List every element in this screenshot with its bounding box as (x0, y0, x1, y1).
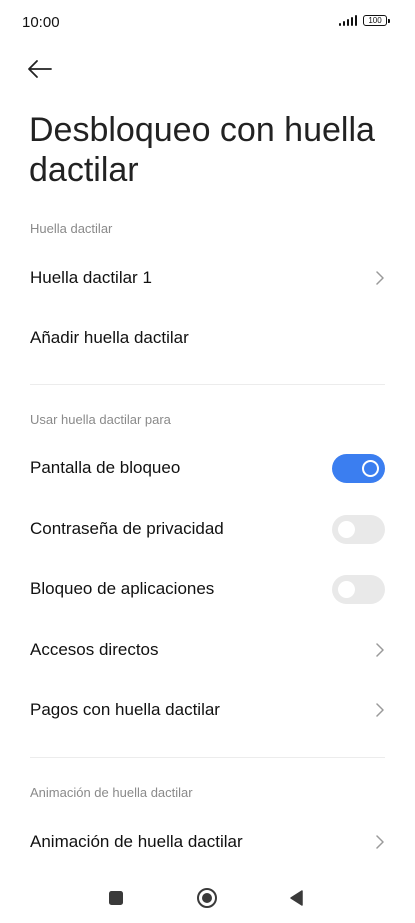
nav-back-button[interactable] (283, 885, 309, 911)
shortcuts-label: Accesos directos (30, 640, 159, 659)
app-lock-label: Bloqueo de aplicaciones (30, 579, 215, 598)
add-fingerprint-item[interactable]: Añadir huella dactilar (0, 308, 415, 368)
shortcuts-item[interactable]: Accesos directos (0, 620, 415, 680)
lock-screen-label: Pantalla de bloqueo (30, 458, 181, 477)
back-arrow-icon (28, 60, 52, 78)
chevron-right-icon (376, 643, 384, 657)
section-header-animation: Animación de huella dactilar (30, 785, 193, 800)
navigation-bar (0, 873, 415, 923)
toggle-knob (362, 459, 379, 477)
chevron-right-icon (376, 271, 384, 285)
status-bar: 10:00 100 (0, 0, 415, 44)
section-header-fingerprint: Huella dactilar (30, 221, 113, 236)
app-lock-toggle[interactable] (332, 574, 385, 604)
page-title: Desbloqueo con huella dactilar (29, 111, 375, 189)
home-button[interactable] (194, 885, 220, 911)
signal-icon (338, 15, 357, 26)
recents-button[interactable] (103, 885, 129, 911)
toggle-knob (338, 580, 355, 598)
lock-screen-item[interactable]: Pantalla de bloqueo (0, 438, 415, 498)
privacy-password-item[interactable]: Contraseña de privacidad (0, 499, 415, 559)
divider (30, 757, 385, 758)
toggle-knob (338, 520, 355, 538)
privacy-password-toggle[interactable] (332, 514, 385, 544)
chevron-right-icon (376, 703, 384, 717)
square-icon (109, 891, 123, 905)
lock-screen-toggle[interactable] (332, 453, 385, 483)
battery-icon: 100 (363, 15, 390, 26)
fingerprint-1-label: Huella dactilar 1 (30, 268, 152, 287)
fingerprint-animation-item[interactable]: Animación de huella dactilar (0, 812, 415, 872)
fingerprint-payments-item[interactable]: Pagos con huella dactilar (0, 680, 415, 740)
section-header-usage: Usar huella dactilar para (30, 412, 171, 427)
back-button[interactable] (24, 54, 60, 86)
app-lock-item[interactable]: Bloqueo de aplicaciones (0, 559, 415, 619)
circle-icon (197, 888, 217, 908)
divider (30, 384, 385, 385)
fingerprint-1-item[interactable]: Huella dactilar 1 (0, 248, 415, 308)
fingerprint-payments-label: Pagos con huella dactilar (30, 700, 220, 719)
status-icons: 100 (338, 15, 390, 26)
add-fingerprint-label: Añadir huella dactilar (30, 328, 189, 347)
status-time: 10:00 (22, 14, 60, 31)
fingerprint-animation-label: Animación de huella dactilar (30, 832, 243, 851)
privacy-password-label: Contraseña de privacidad (30, 519, 224, 538)
battery-level: 100 (368, 16, 382, 25)
triangle-back-icon (290, 890, 303, 906)
chevron-right-icon (376, 835, 384, 849)
